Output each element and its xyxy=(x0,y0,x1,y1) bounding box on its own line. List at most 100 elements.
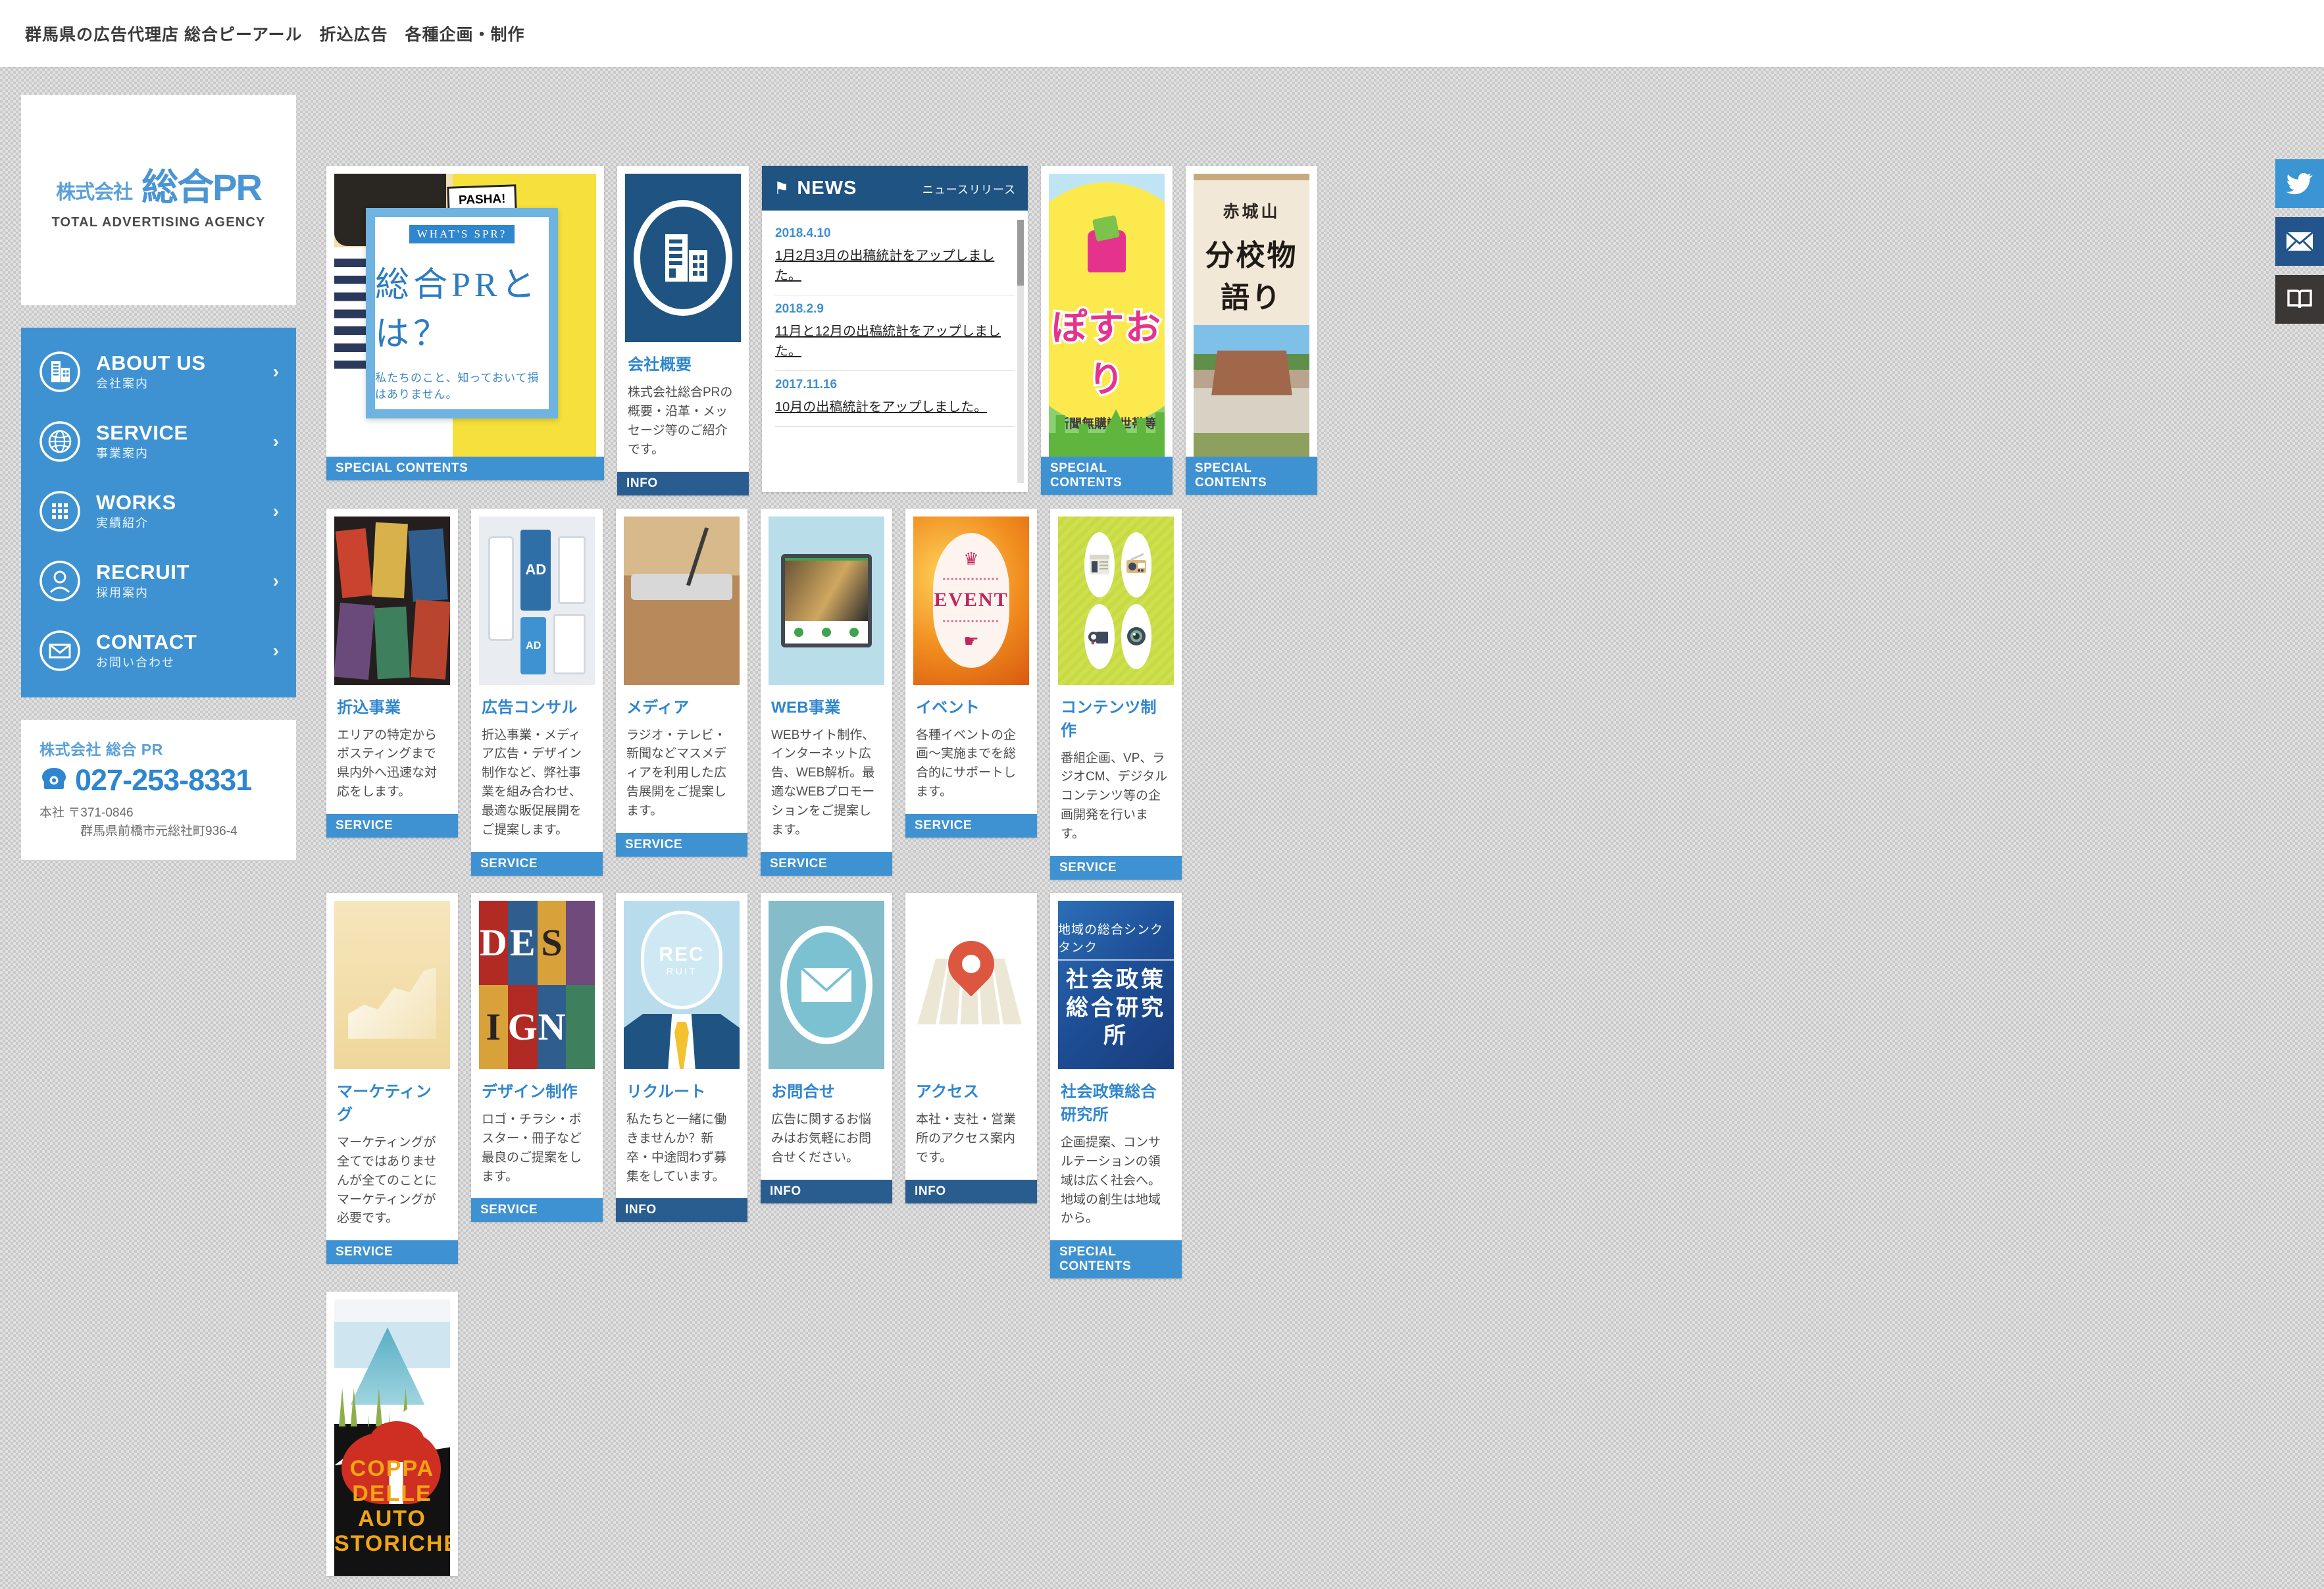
design-letter: G xyxy=(507,984,538,1069)
page-title: 群馬県の広告代理店 総合ピーアール 折込広告 各種企画・制作 xyxy=(25,26,525,44)
card-recruit[interactable]: REC RUIT リクルート 私たちと一緒に働きませんか？新卒・中途問わず募集を… xyxy=(616,892,747,1223)
card-title: リクルート xyxy=(626,1082,706,1101)
card-title: アクセス xyxy=(916,1082,979,1101)
card-orikomi[interactable]: 折込事業 エリアの特定からポスティングまで県内外へ迅速な対応をします。 SERV… xyxy=(326,508,458,838)
card-grid: PASHA! WHAT'S SPR? 総合PRとは？ 私たちのこと、知っておいて… xyxy=(326,166,2037,1589)
card-title: マーケティング xyxy=(337,1082,432,1124)
sidebar-item-label-en: ABOUT US xyxy=(96,351,206,374)
list-item[interactable]: 2017.11.16 10月の出稿統計をアップしました。 xyxy=(775,371,1015,427)
event-label: EVENT xyxy=(934,589,1009,611)
sidebar-item-label-en: SERVICE xyxy=(96,420,188,444)
ad-consulting-thumb-image: AD AD xyxy=(479,516,595,685)
chevron-right-icon: › xyxy=(272,361,279,382)
card-whats-spr[interactable]: PASHA! WHAT'S SPR? 総合PRとは？ 私たちのこと、知っておいて… xyxy=(326,166,604,480)
mail-icon[interactable] xyxy=(2275,217,2324,266)
sidebar-item-about-us[interactable]: ABOUT US 会社案内 › xyxy=(21,337,296,407)
sidebar-item-contact-text: CONTACT お問い合わせ xyxy=(96,630,259,671)
logo-company-mark: 総合PR xyxy=(141,166,263,208)
logo-company-prefix: 株式会社 xyxy=(56,182,133,204)
status-badge: SERVICE xyxy=(761,851,892,876)
card-ad-consulting[interactable]: AD AD 広告コンサル 折込事業・メディア広告・デザイン制作など、弊社事業を組… xyxy=(471,508,603,876)
card-text: コンテンツ制作 番組企画、VP、ラジオCM、デジタルコンテンツ等の企画開発を行い… xyxy=(1050,685,1182,856)
recruit-thumb-image: REC RUIT xyxy=(624,900,740,1069)
card-text: WEB事業 WEBサイト制作、インターネット広告、WEB解析。最適なWEBプロモ… xyxy=(761,685,892,852)
hero-subline: 私たちのこと、知っておいて損はありません。 xyxy=(375,372,540,401)
status-badge: INFO xyxy=(905,1179,1037,1203)
card-thumb-wrap xyxy=(761,893,892,1069)
person-head-shape: REC RUIT xyxy=(641,911,722,1010)
envelope-icon xyxy=(38,629,82,672)
grid-icon xyxy=(38,490,82,533)
card-media[interactable]: メディア ラジオ・テレビ・新聞などマスメディアを利用した広告展開をご提案します。… xyxy=(616,508,747,857)
contact-phone-row[interactable]: 027-253-8331 xyxy=(39,763,280,797)
sidebar-item-label-jp: お問い合わせ xyxy=(96,656,175,670)
card-inquiry[interactable]: お問合せ 広告に関するお悩みはお気軽にお問合せください。 INFO xyxy=(761,892,892,1203)
posuori-thumb-image: ぽすおり 新聞無購読世帯等 チラシ配達サービス xyxy=(1049,174,1165,457)
recruit-label-line1: REC xyxy=(659,943,705,965)
design-letter: D xyxy=(479,900,508,985)
card-title: イベント xyxy=(916,698,980,717)
telephone-icon xyxy=(39,766,68,795)
chevron-right-icon: › xyxy=(272,570,279,591)
contents-thumb-image xyxy=(1058,516,1174,685)
news-link[interactable]: 1月2月3月の出稿統計をアップしました。 xyxy=(775,246,1015,286)
hero-tag: WHAT'S SPR? xyxy=(409,225,515,243)
news-link[interactable]: 10月の出稿統計をアップしました。 xyxy=(775,397,1015,417)
card-access[interactable]: アクセス 本社・支社・営業所のアクセス案内です。 INFO xyxy=(905,892,1037,1203)
card-contents-production[interactable]: コンテンツ制作 番組企画、VP、ラジオCM、デジタルコンテンツ等の企画開発を行い… xyxy=(1050,508,1182,880)
card-thumb-wrap: ♛ •••••••••••••• EVENT •••••••••••••• ☛ xyxy=(905,509,1037,685)
status-badge: INFO xyxy=(761,1179,892,1203)
scrollbar-thumb[interactable] xyxy=(1017,220,1024,286)
card-thumb-wrap: D E S I G N xyxy=(471,893,603,1069)
sidebar-item-label-jp: 採用案内 xyxy=(96,586,149,600)
card-row-3: マーケティング マーケティングが全てではありませんが全てのことにマーケティングが… xyxy=(326,892,2037,1279)
crown-icon: ♛ xyxy=(963,549,979,569)
book-icon[interactable] xyxy=(2275,275,2324,324)
shaken-title: 社会政策 総合研究所 xyxy=(1066,967,1166,1049)
card-event[interactable]: ♛ •••••••••••••• EVENT •••••••••••••• ☛ … xyxy=(905,508,1037,838)
clipboard-shape xyxy=(630,573,733,601)
card-thumb-wrap xyxy=(617,166,749,342)
feature-dot xyxy=(794,627,804,637)
news-list[interactable]: 2018.4.10 1月2月3月の出稿統計をアップしました。 2018.2.9 … xyxy=(762,211,1028,492)
card-thumb-wrap xyxy=(326,509,458,685)
list-item[interactable]: 2018.4.10 1月2月3月の出稿統計をアップしました。 xyxy=(775,220,1015,295)
sidebar-item-works[interactable]: WORKS 実績紹介 › xyxy=(21,476,296,546)
card-text: 折込事業 エリアの特定からポスティングまで県内外へ迅速な対応をします。 xyxy=(326,685,458,815)
card-web-business[interactable]: WEB事業 WEBサイト制作、インターネット広告、WEB解析。最適なWEBプロモ… xyxy=(761,508,892,876)
card-thumb-wrap xyxy=(326,893,458,1069)
sidebar-item-recruit[interactable]: RECRUIT 採用案内 › xyxy=(21,546,296,616)
card-title: 社会政策総合研究所 xyxy=(1061,1082,1157,1124)
card-bunko-monogatari[interactable]: 赤城山 分校物語り こどもの育成と地域交流 SPECIAL CONTENTS xyxy=(1186,166,1317,495)
sidebar-item-service[interactable]: SERVICE 事業案内 › xyxy=(21,407,296,476)
sidebar-item-about-us-text: ABOUT US 会社案内 xyxy=(96,351,259,392)
card-coppa-poster[interactable]: COPPA DELLE AUTO STORICHE xyxy=(326,1292,458,1576)
chevron-right-icon: › xyxy=(272,431,279,451)
mailbox-icon xyxy=(1088,230,1126,272)
twitter-icon[interactable] xyxy=(2275,159,2324,208)
card-social-policy-institute[interactable]: 地域の総合シンクタンク 社会政策 総合研究所 社会政策総合研究所 企画提案、コン… xyxy=(1050,892,1182,1279)
monitor-shape xyxy=(781,553,872,647)
card-text: リクルート 私たちと一緒に働きませんか？新卒・中途問わず募集をしています。 xyxy=(616,1069,747,1199)
bunko-thumb-image: 赤城山 分校物語り こどもの育成と地域交流 xyxy=(1194,174,1309,457)
card-marketing[interactable]: マーケティング マーケティングが全てではありませんが全てのことにマーケティングが… xyxy=(326,892,458,1265)
card-company-profile[interactable]: 会社概要 株式会社総合PRの概要・沿革・メッセージ等のご紹介です。 INFO xyxy=(617,166,749,495)
card-description: 折込事業・メディア広告・デザイン制作など、弊社事業を組み合わせ、最適な販促展開を… xyxy=(482,728,582,837)
logo-mark: 株式会社 総合PR xyxy=(56,166,263,208)
sidebar-item-contact[interactable]: CONTACT お問い合わせ › xyxy=(21,616,296,686)
status-badge: SERVICE xyxy=(1050,855,1182,880)
design-letter: I xyxy=(479,984,508,1069)
card-title: WEB事業 xyxy=(771,698,841,717)
list-item[interactable]: 2018.2.9 11月と12月の出稿統計をアップしました。 xyxy=(775,295,1015,371)
site-logo[interactable]: 株式会社 総合PR TOTAL ADVERTISING AGENCY xyxy=(21,95,296,305)
poster-title: COPPA DELLE AUTO STORICHE xyxy=(334,1455,450,1557)
card-thumb-wrap: 赤城山 分校物語り こどもの育成と地域交流 xyxy=(1186,166,1317,457)
sidebar-item-label-en: WORKS xyxy=(96,490,176,514)
card-design[interactable]: D E S I G N デザイン制作 ロゴ・チラシ・ポスター・冊子など最良のご提… xyxy=(471,892,603,1223)
card-posuori[interactable]: ぽすおり 新聞無購読世帯等 チラシ配達サービス SPECIAL CONTENTS xyxy=(1041,166,1173,495)
news-link[interactable]: 11月と12月の出稿統計をアップしました。 xyxy=(775,322,1015,361)
seal-dots-bottom: •••••••••••••• xyxy=(942,617,1000,626)
card-description: 広告に関するお悩みはお気軽にお問合せください。 xyxy=(771,1112,872,1165)
top-bar: 群馬県の広告代理店 総合ピーアール 折込広告 各種企画・制作 xyxy=(0,0,2324,67)
card-thumb-wrap xyxy=(761,509,892,685)
